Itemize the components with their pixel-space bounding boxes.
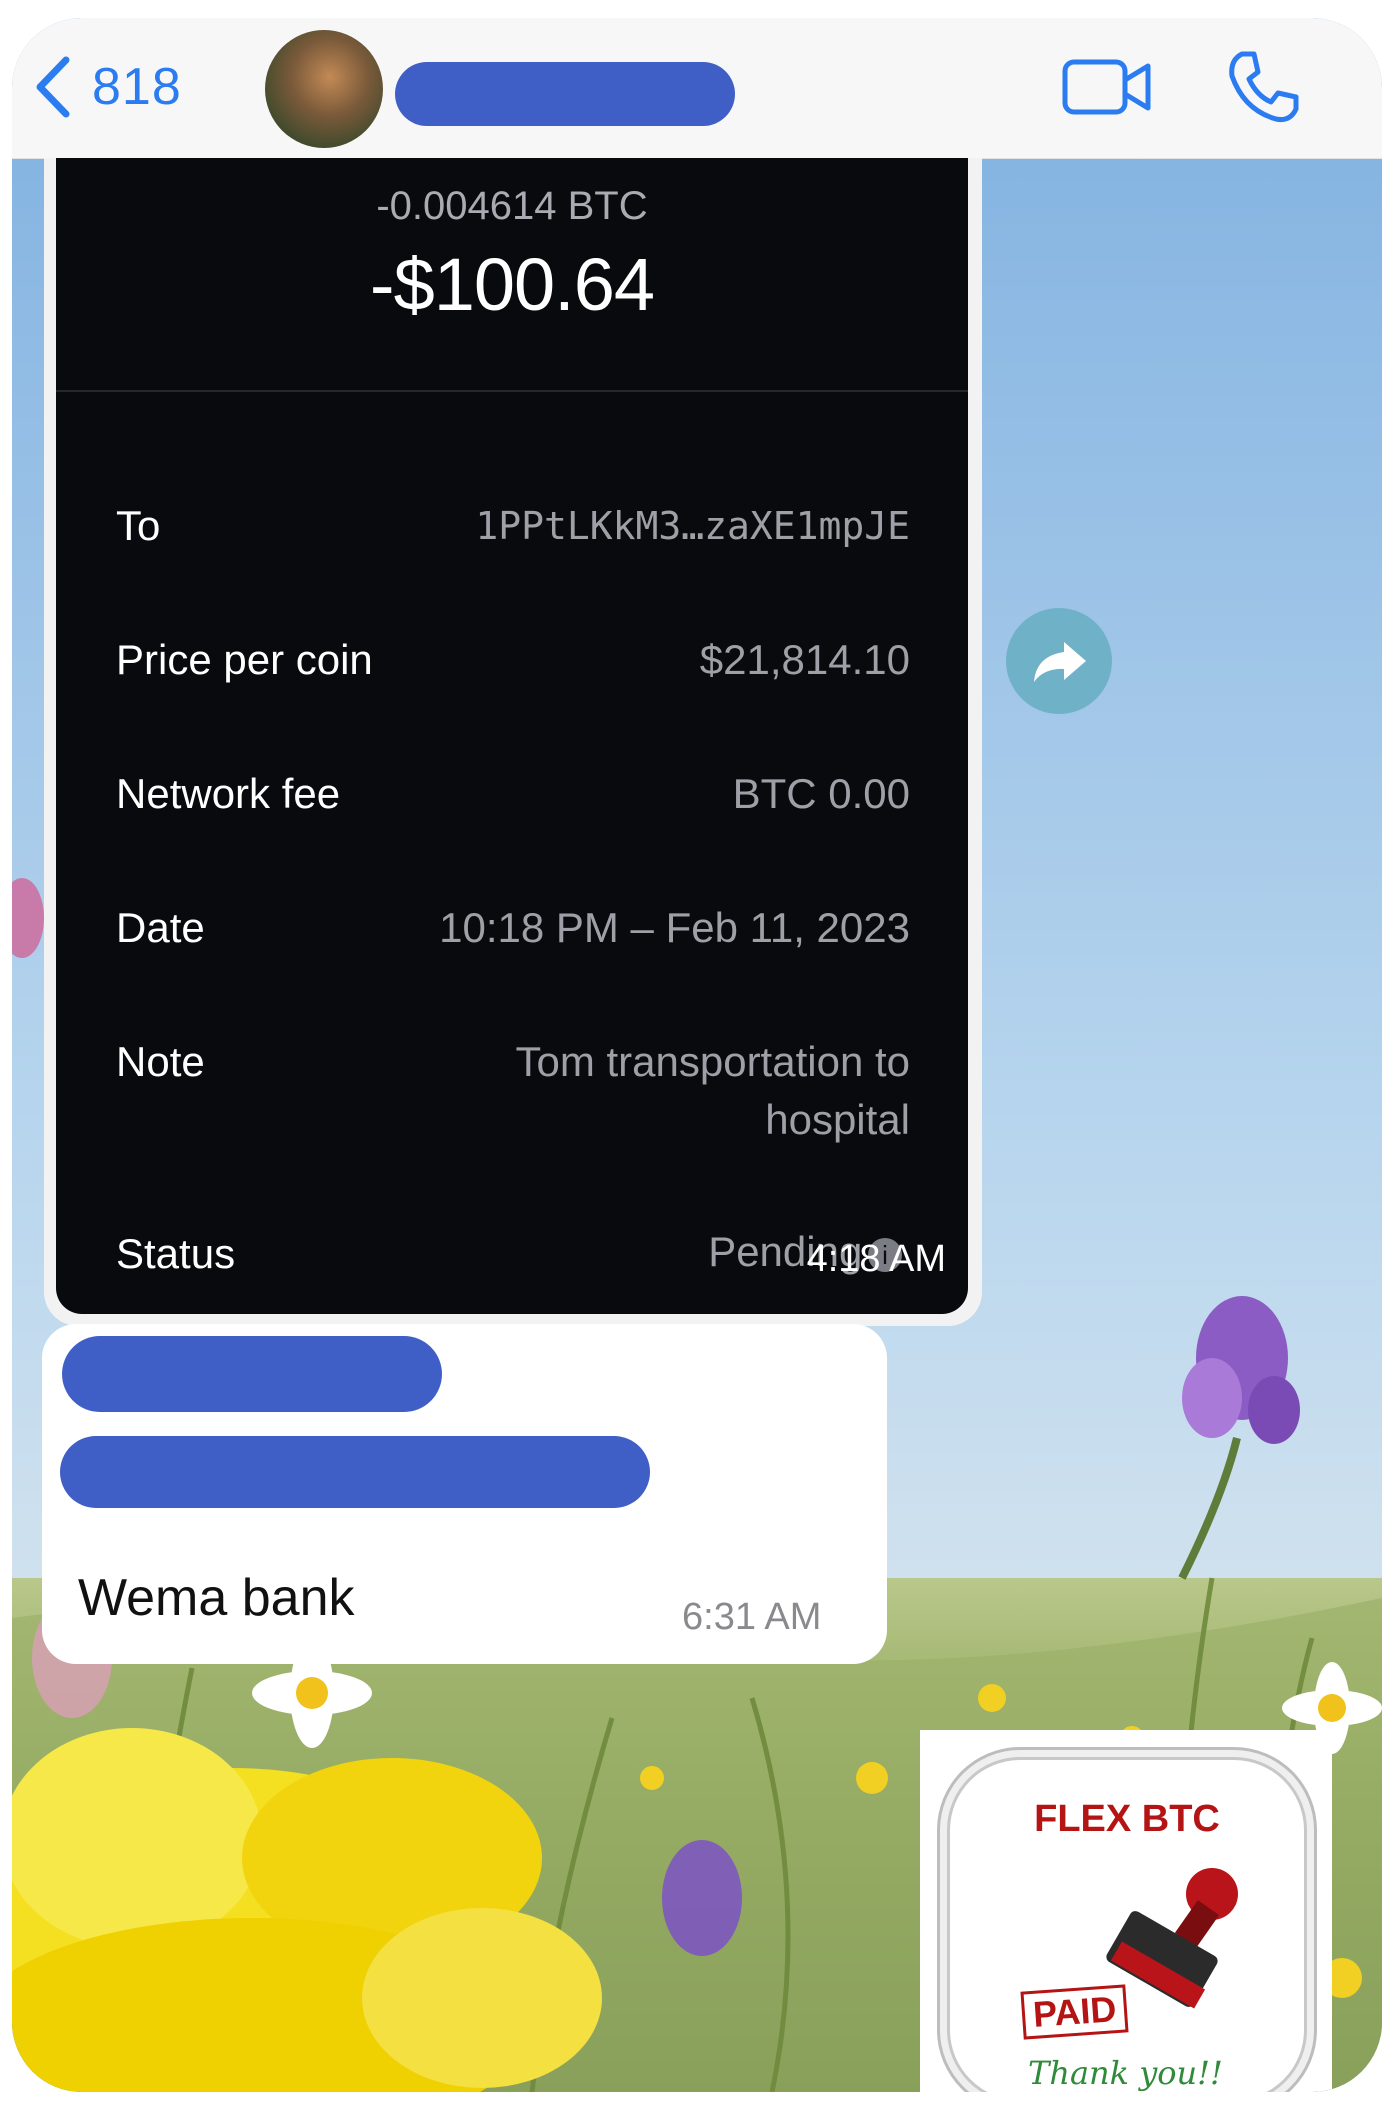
date-label: Date — [116, 904, 205, 951]
thank-you-text: Thank you!! — [1028, 2054, 1223, 2092]
chat-header: 818 — [12, 18, 1382, 159]
phone-icon[interactable] — [1224, 48, 1302, 126]
btc-amount: -0.004614 BTC — [376, 184, 648, 228]
to-address: 1PPtLKkM3…zaXE1mpJE — [475, 504, 910, 548]
redacted-text-line — [62, 1336, 442, 1412]
redacted-text-line — [60, 1436, 650, 1508]
note-label: Note — [116, 1038, 205, 1085]
video-camera-icon[interactable] — [1062, 56, 1152, 118]
paid-stamp-text: PAID — [1020, 1984, 1129, 2040]
chat-screen: 818 -0.004614 BTC -$100.64 To 1PPtLKkM3…… — [12, 18, 1382, 2092]
contact-avatar[interactable] — [265, 30, 383, 148]
usd-amount: -$100.64 — [369, 243, 655, 326]
forward-button[interactable] — [1006, 608, 1112, 714]
message-text: Wema bank — [78, 1569, 355, 1627]
price-value: $21,814.10 — [699, 636, 910, 683]
date-value: 10:18 PM – Feb 11, 2023 — [439, 904, 910, 951]
message-timestamp: 6:31 AM — [682, 1596, 822, 1638]
redacted-contact-name[interactable] — [395, 62, 735, 126]
back-button[interactable]: 818 — [30, 52, 182, 122]
to-label: To — [116, 502, 161, 549]
note-value-line1: Tom transportation to — [515, 1038, 910, 1085]
price-label: Price per coin — [116, 636, 373, 683]
share-arrow-icon — [1034, 642, 1086, 682]
sticker-title: FLEX BTC — [1034, 1798, 1220, 1840]
note-value-line2: hospital — [765, 1096, 910, 1143]
chevron-left-icon — [36, 56, 70, 118]
status-label: Status — [116, 1230, 236, 1277]
transaction-receipt: -0.004614 BTC -$100.64 To 1PPtLKkM3…zaXE… — [56, 158, 968, 1314]
divider — [56, 390, 968, 392]
message-timestamp: 4:18 AM — [806, 1238, 946, 1280]
unread-count: 818 — [92, 58, 182, 116]
fee-value: BTC 0.00 — [732, 770, 910, 817]
fee-label: Network fee — [116, 770, 341, 817]
